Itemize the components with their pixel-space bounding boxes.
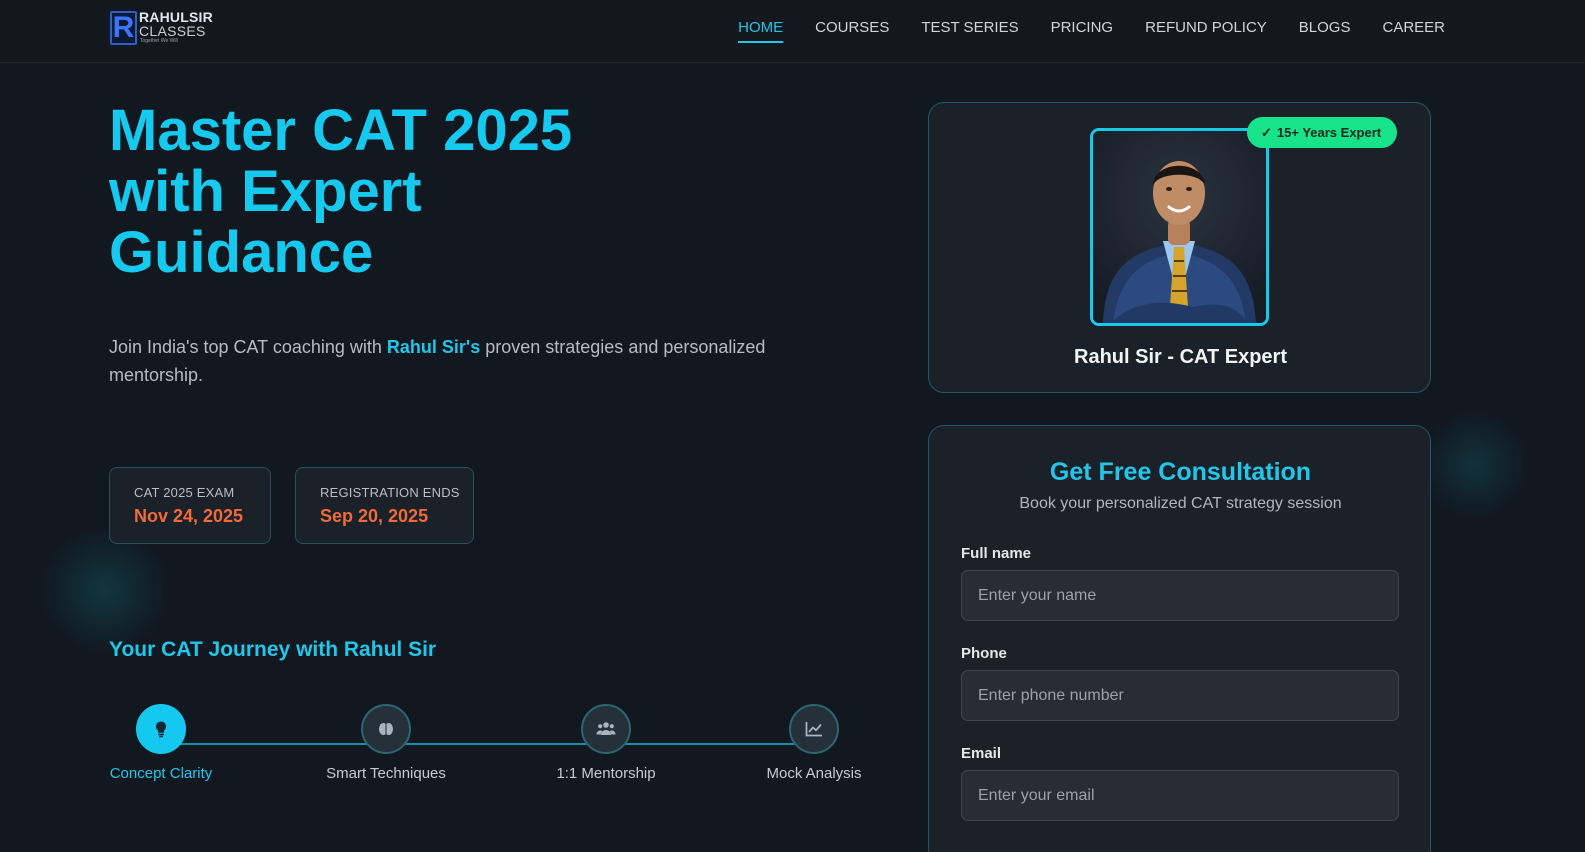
registration-date-card: REGISTRATION ENDS Sep 20, 2025 (295, 467, 474, 544)
phone-label: Phone (961, 645, 1007, 662)
email-label: Email (961, 745, 1002, 762)
journey-track-line (161, 743, 813, 745)
date-label: CAT 2025 EXAM (134, 485, 235, 500)
hero-subtitle: Join India's top CAT coaching with Rahul… (109, 333, 829, 389)
chart-line-icon (789, 704, 839, 754)
nav-career[interactable]: CAREER (1382, 0, 1445, 63)
nav-courses[interactable]: COURSES (815, 0, 889, 63)
full-name-label: Full name (961, 545, 1032, 562)
experience-badge: ✓ 15+ Years Expert (1247, 117, 1398, 148)
step-label: Mock Analysis (766, 765, 862, 782)
nav-home[interactable]: HOME (738, 0, 784, 63)
consultation-title: Get Free Consultation (1049, 458, 1312, 486)
hero-subtitle-highlight: Rahul Sir's (386, 337, 481, 357)
logo-tagline: Together We Will (140, 38, 178, 44)
hero-title-line: with Expert (109, 159, 422, 224)
instructor-photo (1090, 128, 1269, 326)
email-input[interactable] (961, 770, 1399, 821)
consultation-form-card: Get Free Consultation Book your personal… (928, 425, 1431, 852)
main-nav: HOME COURSES TEST SERIES PRICING REFUND … (706, 0, 1445, 63)
hero-subtitle-text: Join India's top CAT coaching with (109, 337, 387, 357)
brand-logo[interactable]: R RAHULSIR CLASSES Together We Will (110, 9, 213, 45)
check-icon: ✓ (1261, 125, 1272, 140)
nav-refund-policy[interactable]: REFUND POLICY (1145, 0, 1267, 63)
phone-input[interactable] (961, 670, 1399, 721)
step-label: Smart Techniques (326, 765, 446, 782)
date-value: Nov 24, 2025 (134, 506, 244, 526)
consultation-subtitle: Book your personalized CAT strategy sess… (1019, 495, 1342, 512)
background-glow (1420, 410, 1530, 520)
date-label: REGISTRATION ENDS (320, 485, 460, 500)
logo-text-line2: CLASSES (139, 23, 206, 39)
brain-icon (361, 704, 411, 754)
hero-title-line: Guidance (109, 220, 374, 285)
nav-test-series[interactable]: TEST SERIES (921, 0, 1018, 63)
users-icon (581, 704, 631, 754)
logo-mark: R (110, 11, 137, 45)
lightbulb-icon (136, 704, 186, 754)
instructor-name: Rahul Sir - CAT Expert (1074, 346, 1287, 368)
top-navbar: R RAHULSIR CLASSES Together We Will HOME… (0, 0, 1585, 63)
experience-badge-text: 15+ Years Expert (1276, 125, 1382, 140)
step-label: Concept Clarity (109, 765, 213, 782)
exam-date-card: CAT 2025 EXAM Nov 24, 2025 (109, 467, 271, 544)
full-name-input[interactable] (961, 570, 1399, 621)
nav-blogs[interactable]: BLOGS (1299, 0, 1351, 63)
hero-title: Master CAT 2025 with Expert Guidance (109, 100, 709, 283)
background-glow (40, 525, 170, 655)
journey-title: Your CAT Journey with Rahul Sir (109, 638, 437, 661)
step-label: 1:1 Mentorship (556, 765, 656, 782)
instructor-profile-card: ✓ 15+ Years Expert Rahul Sir - CAT Expert (928, 102, 1431, 393)
nav-pricing[interactable]: PRICING (1051, 0, 1114, 63)
date-value: Sep 20, 2025 (320, 506, 429, 526)
hero-title-line: Master CAT 2025 (109, 98, 573, 163)
